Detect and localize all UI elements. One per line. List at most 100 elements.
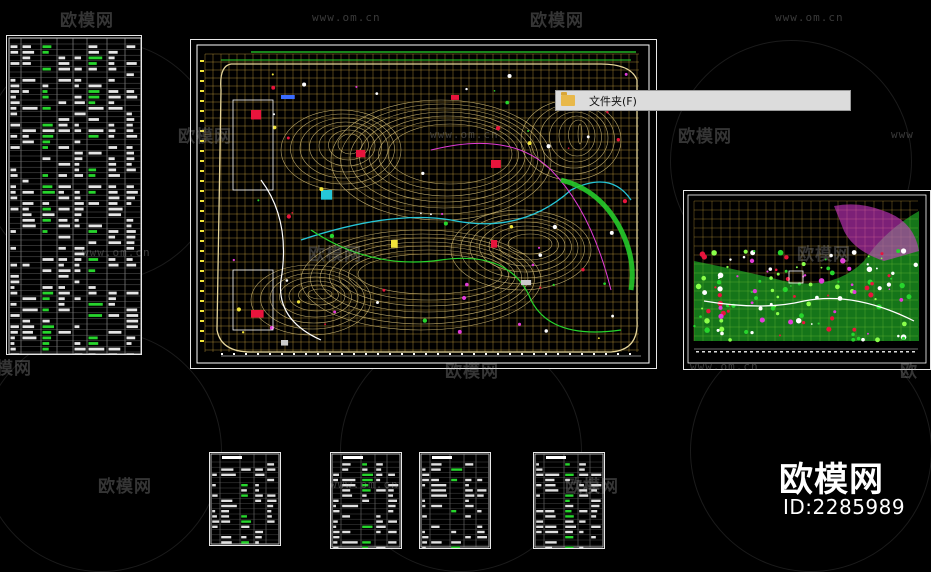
table-cell-text bbox=[376, 489, 386, 492]
table-cell-text bbox=[108, 353, 118, 354]
scale-tick bbox=[329, 353, 331, 355]
table-cell-text bbox=[74, 325, 80, 329]
watermark-url-partial: www bbox=[891, 128, 914, 141]
table-cell-text bbox=[42, 269, 52, 273]
table-cell-text bbox=[565, 520, 574, 523]
table-cell-text bbox=[221, 473, 236, 476]
tree-symbol bbox=[888, 288, 891, 291]
tree-symbol bbox=[333, 310, 337, 314]
scale-tick bbox=[281, 353, 283, 355]
tree-symbol bbox=[754, 296, 759, 301]
tree-symbol bbox=[537, 246, 541, 249]
table-cell-text bbox=[88, 224, 102, 228]
scale-tick bbox=[485, 353, 487, 355]
table-cell-text bbox=[22, 179, 29, 183]
tree-symbol bbox=[750, 290, 754, 294]
table-cell-text bbox=[42, 325, 55, 329]
folder-menu-label[interactable]: 文件夹(F) bbox=[589, 93, 637, 109]
table-cell-text bbox=[126, 263, 137, 267]
table-cell-text bbox=[42, 84, 49, 88]
table-cell-text bbox=[22, 224, 36, 228]
table-cell-text bbox=[74, 95, 82, 99]
table-cell-text bbox=[108, 101, 115, 105]
table-cell-text bbox=[74, 213, 82, 217]
table-cell-text bbox=[74, 353, 83, 354]
table-cell-text bbox=[108, 235, 116, 239]
table-cell-text bbox=[74, 56, 82, 60]
table-cell-text bbox=[591, 525, 601, 528]
table-cell-text bbox=[88, 342, 99, 345]
table-cell-text bbox=[88, 314, 103, 317]
watermark-url: www.om.cn bbox=[312, 11, 381, 24]
tree-symbol bbox=[531, 263, 535, 267]
table-cell-text bbox=[88, 185, 102, 189]
table-cell-text bbox=[212, 520, 220, 523]
tree-symbol bbox=[742, 255, 746, 259]
axis-tick bbox=[200, 230, 204, 232]
site-feature bbox=[391, 240, 398, 248]
table-cell-text bbox=[42, 319, 50, 323]
axis-tick bbox=[200, 220, 204, 222]
tree-symbol bbox=[507, 73, 512, 79]
table-cell-text bbox=[74, 218, 79, 222]
table-cell-text bbox=[333, 536, 340, 539]
scale-tick bbox=[738, 351, 741, 353]
table-cell-text bbox=[333, 520, 338, 523]
table-cell-text bbox=[545, 489, 559, 492]
table-cell-text bbox=[42, 157, 51, 161]
table-cell-text bbox=[422, 504, 426, 508]
table-cell-text bbox=[58, 291, 70, 295]
table-cell-text bbox=[451, 510, 457, 513]
table-cell-text bbox=[74, 84, 79, 88]
table-cell-text bbox=[267, 515, 272, 518]
axis-tick bbox=[200, 60, 204, 62]
folder-menu-popup[interactable]: 文件夹(F) bbox=[555, 90, 851, 111]
scale-tick bbox=[852, 351, 855, 353]
table-cell-text bbox=[422, 478, 429, 482]
tree-symbol bbox=[720, 331, 724, 336]
tree-symbol bbox=[622, 198, 628, 204]
tree-symbol bbox=[801, 320, 806, 325]
table-cell-text bbox=[591, 473, 602, 476]
table-cell-text bbox=[108, 168, 117, 172]
table-cell-text bbox=[333, 504, 336, 508]
table-cell-text bbox=[58, 218, 68, 222]
table-cell-text bbox=[267, 468, 276, 471]
table-cell-text bbox=[42, 134, 54, 138]
table-cell-text bbox=[477, 525, 483, 528]
scale-tick bbox=[377, 353, 379, 355]
tree-symbol bbox=[296, 300, 301, 304]
table-cell-text bbox=[88, 129, 104, 133]
table-cell-text bbox=[58, 67, 71, 71]
tree-symbol bbox=[887, 274, 891, 278]
table-cell-text bbox=[451, 468, 463, 471]
table-cell-text bbox=[42, 342, 50, 345]
table-cell-text bbox=[126, 190, 138, 194]
table-cell-text bbox=[591, 499, 601, 502]
table-cell-text bbox=[579, 484, 584, 487]
table-cell-text bbox=[74, 258, 82, 261]
table-cell-text bbox=[88, 202, 100, 205]
scale-tick bbox=[305, 353, 307, 355]
tree-symbol bbox=[749, 258, 755, 264]
tree-symbol bbox=[581, 268, 585, 272]
scale-tick bbox=[509, 353, 511, 355]
tree-symbol bbox=[355, 85, 358, 88]
watermark-arc bbox=[0, 330, 222, 572]
table-cell-text bbox=[212, 484, 216, 487]
table-cell-text bbox=[108, 258, 116, 261]
table-cell-text bbox=[126, 230, 136, 233]
table-cell-text bbox=[342, 494, 353, 497]
table-cell-text bbox=[58, 330, 71, 334]
tree-symbol bbox=[699, 315, 702, 318]
tree-symbol bbox=[875, 337, 880, 343]
table-cell-text bbox=[10, 353, 20, 354]
scale-tick bbox=[257, 353, 259, 355]
table-cell-text bbox=[88, 101, 96, 105]
table-cell-text bbox=[267, 494, 276, 497]
table-cell-text bbox=[579, 463, 586, 466]
site-feature bbox=[521, 280, 532, 286]
legend-table-drawing bbox=[331, 453, 401, 548]
table-cell-text bbox=[477, 536, 488, 539]
table-cell-text bbox=[465, 494, 475, 497]
